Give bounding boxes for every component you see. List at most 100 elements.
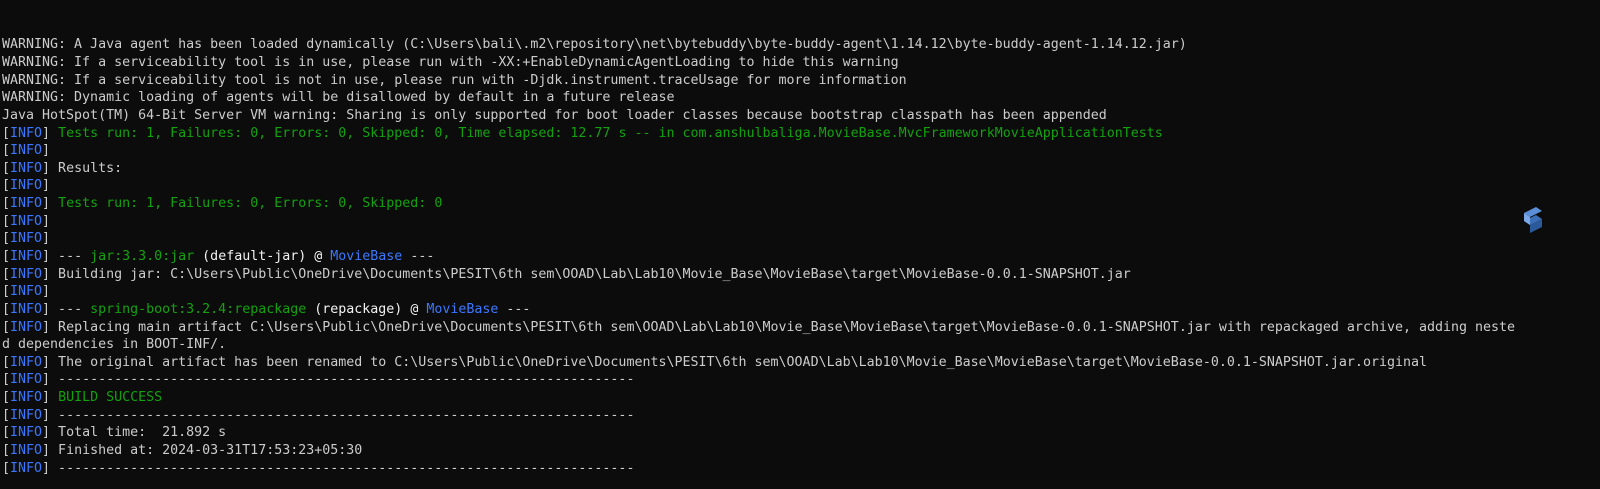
info-tag: INFO (10, 125, 43, 141)
info-tag: INFO (10, 284, 43, 300)
terminal-line: [INFO] ---------------------------------… (2, 371, 1600, 389)
line-text: [ (2, 231, 11, 247)
line-text: [ (2, 390, 11, 406)
info-tag: INFO (10, 460, 43, 476)
line-text: ] Total time: 21.892 s (42, 425, 227, 441)
info-tag: INFO (10, 425, 43, 441)
line-text: ] --------------------------------------… (42, 460, 635, 476)
line-text: d dependencies in BOOT-INF/. (2, 337, 227, 353)
line-text: [ (2, 354, 11, 370)
terminal-line: [INFO] Building jar: C:\Users\Public\One… (2, 266, 1600, 284)
terminal-line: [INFO] Total time: 21.892 s (2, 424, 1600, 442)
line-text: [ (2, 125, 11, 141)
info-tag: INFO (10, 443, 43, 459)
line-text: ] (42, 125, 59, 141)
line-text: [ (2, 196, 11, 212)
info-tag: INFO (10, 372, 43, 388)
line-text: Tests run: 1, Failures: 0, Errors: 0, Sk… (58, 125, 1163, 141)
line-text: --- (498, 301, 531, 317)
terminal-line: [INFO] ---------------------------------… (2, 460, 1600, 478)
line-text: WARNING: Dynamic loading of agents will … (2, 90, 675, 106)
terminal-line: WARNING: If a serviceability tool is in … (2, 54, 1600, 72)
line-text: ] Building jar: C:\Users\Public\OneDrive… (42, 266, 1131, 282)
terminal-line: [INFO] Tests run: 1, Failures: 0, Errors… (2, 125, 1600, 143)
floating-app-icon[interactable] (1518, 203, 1548, 237)
line-text: [ (2, 372, 11, 388)
terminal-line: Java HotSpot(TM) 64-Bit Server VM warnin… (2, 107, 1600, 125)
terminal-line: [INFO] (2, 142, 1600, 160)
line-text: --- (402, 249, 435, 264)
line-text: (repackage) @ (306, 301, 427, 317)
line-text: ] (42, 196, 59, 212)
info-tag: INFO (10, 213, 43, 229)
info-tag: INFO (10, 354, 43, 370)
line-text: ] (42, 178, 51, 194)
terminal-line: d dependencies in BOOT-INF/. (2, 336, 1600, 354)
terminal-line: WARNING: If a serviceability tool is not… (2, 72, 1600, 90)
line-text: ] --------------------------------------… (42, 372, 635, 388)
line-text: ] (42, 231, 51, 247)
line-text: jar:3.3.0:jar (90, 249, 195, 264)
terminal-line: [INFO] ---------------------------------… (2, 407, 1600, 425)
line-text: MovieBase (426, 301, 499, 317)
line-text: ] --------------------------------------… (42, 407, 635, 423)
line-text: [ (2, 249, 11, 264)
line-text: ] (42, 213, 51, 229)
info-tag: INFO (10, 231, 43, 247)
line-text: Tests run: 1, Failures: 0, Errors: 0, Sk… (58, 196, 443, 212)
info-tag: INFO (10, 266, 43, 282)
terminal-line: [INFO] The original artifact has been re… (2, 354, 1600, 372)
line-text: [ (2, 407, 11, 423)
line-text: [ (2, 266, 11, 282)
info-tag: INFO (10, 301, 43, 317)
info-tag: INFO (10, 143, 43, 159)
line-text: ] (42, 143, 51, 159)
terminal-line: [INFO] BUILD SUCCESS (2, 389, 1600, 407)
line-text: WARNING: If a serviceability tool is in … (2, 54, 899, 70)
line-text: [ (2, 301, 11, 317)
line-text: BUILD SUCCESS (58, 390, 163, 406)
line-text: [ (2, 160, 11, 176)
line-text: spring-boot:3.2.4:repackage (90, 301, 307, 317)
line-text: [ (2, 178, 11, 194)
line-text: ] (42, 390, 59, 406)
line-text: [ (2, 460, 11, 476)
terminal-line: [INFO] (2, 283, 1600, 301)
info-tag: INFO (10, 196, 43, 212)
line-text: ] Finished at: 2024-03-31T17:53:23+05:30 (42, 443, 363, 459)
line-text: ] Results: (42, 160, 123, 176)
line-text: ] The original artifact has been renamed… (42, 354, 1427, 370)
line-text: [ (2, 213, 11, 229)
line-text: ] --- (42, 249, 91, 264)
terminal-line: [INFO] (2, 230, 1600, 248)
terminal-line: [INFO] Finished at: 2024-03-31T17:53:23+… (2, 442, 1600, 460)
terminal-line: WARNING: Dynamic loading of agents will … (2, 89, 1600, 107)
line-text: [ (2, 143, 11, 159)
terminal-line: [INFO] --- spring-boot:3.2.4:repackage (… (2, 301, 1600, 319)
line-text: [ (2, 319, 11, 335)
terminal-line: [INFO] --- jar:3.3.0:jar (default-jar) @… (2, 248, 1600, 266)
info-tag: INFO (10, 178, 43, 194)
info-tag: INFO (10, 407, 43, 423)
line-text: ] Replacing main artifact C:\Users\Publi… (42, 319, 1516, 335)
terminal-line: [INFO] Results: (2, 160, 1600, 178)
line-text: [ (2, 425, 11, 441)
terminal-window[interactable]: WARNING: A Java agent has been loaded dy… (0, 0, 1600, 489)
info-tag: INFO (10, 319, 43, 335)
line-text: [ (2, 284, 11, 300)
line-text: WARNING: A Java agent has been loaded dy… (2, 37, 1187, 53)
terminal-line: [INFO] (2, 213, 1600, 231)
line-text: Java HotSpot(TM) 64-Bit Server VM warnin… (2, 107, 1107, 123)
line-text: [ (2, 443, 11, 459)
terminal-line: [INFO] (2, 177, 1600, 195)
terminal-line: [INFO] Replacing main artifact C:\Users\… (2, 319, 1600, 337)
line-text: MovieBase (330, 249, 403, 264)
info-tag: INFO (10, 249, 43, 264)
info-tag: INFO (10, 390, 43, 406)
terminal-line: [INFO] Tests run: 1, Failures: 0, Errors… (2, 195, 1600, 213)
info-tag: INFO (10, 160, 43, 176)
line-text: ] --- (42, 301, 91, 317)
line-text: ] (42, 284, 51, 300)
terminal-line: WARNING: A Java agent has been loaded dy… (2, 36, 1600, 54)
